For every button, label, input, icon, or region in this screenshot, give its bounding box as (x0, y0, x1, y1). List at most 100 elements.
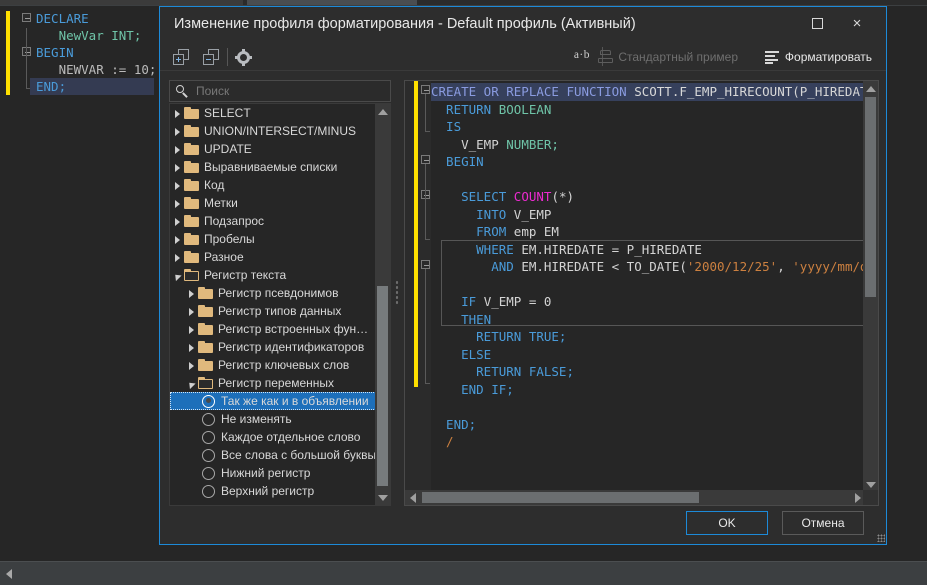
maximize-icon (811, 17, 823, 29)
dialog-title-bar[interactable]: Изменение профиля форматирования - Defau… (160, 7, 886, 43)
tree-item-label: Пробелы (204, 232, 255, 246)
panel-splitter[interactable] (393, 80, 401, 506)
tree-folder-item[interactable]: Метки (170, 194, 376, 212)
fold-marker-icon[interactable] (421, 260, 430, 269)
tree-folder-item[interactable]: Выравниваемые списки (170, 158, 376, 176)
code-token: '2000/12/25' (686, 259, 778, 274)
maximize-button[interactable] (800, 9, 834, 37)
tree-folder-item[interactable]: Подзапрос (170, 212, 376, 230)
chevron-right-icon[interactable] (170, 104, 184, 122)
radio-button[interactable] (202, 466, 215, 480)
chevron-right-icon[interactable] (170, 176, 184, 194)
code-token: TO_DATE (626, 259, 680, 274)
chevron-left-icon[interactable] (6, 569, 12, 579)
scrollbar-thumb[interactable] (422, 492, 699, 503)
tree-vertical-scrollbar[interactable] (375, 104, 390, 505)
code-token: COUNT (513, 189, 552, 204)
tree-folder-item[interactable]: UPDATE (170, 140, 376, 158)
chevron-right-icon[interactable] (170, 194, 184, 212)
settings-tree-panel: SELECT UNION/INTERSECT/MINUS UPDATE Выравни… (169, 80, 391, 506)
standard-sample-button[interactable]: Стандартный пример (598, 47, 738, 67)
tree-folder-item[interactable]: Код (170, 176, 376, 194)
code-horizontal-scrollbar[interactable] (405, 490, 865, 505)
chevron-right-icon[interactable] (170, 248, 184, 266)
cancel-button[interactable]: Отмена (782, 511, 864, 535)
code-token: THEN (431, 311, 492, 327)
ide-tab-inactive[interactable] (0, 0, 243, 5)
tree-folder-item[interactable]: Регистр встроенных фун… (170, 320, 376, 338)
tree-radio-item[interactable]: Не изменять (170, 410, 376, 428)
tree-item-label: Разное (204, 250, 244, 264)
add-profile-button[interactable] (170, 46, 192, 68)
folder-icon (184, 161, 199, 173)
scroll-up-button[interactable] (863, 81, 878, 96)
tree-radio-item[interactable]: Так же как и в объявлении (170, 392, 376, 410)
radio-button[interactable] (202, 484, 215, 498)
settings-tree-scroll-area[interactable]: SELECT UNION/INTERSECT/MINUS UPDATE Выравни… (169, 103, 391, 506)
chevron-right-icon[interactable] (170, 230, 184, 248)
tree-radio-item[interactable]: Нижний регистр (170, 464, 376, 482)
code-token: BEGIN (431, 154, 484, 169)
chevron-right-icon[interactable] (184, 284, 198, 302)
dialog-body: SELECT UNION/INTERSECT/MINUS UPDATE Выравни… (160, 71, 888, 511)
folder-icon (184, 143, 199, 155)
tree-folder-item[interactable]: SELECT (170, 104, 376, 122)
chevron-right-icon[interactable] (184, 356, 198, 374)
ide-tab-active[interactable] (247, 0, 417, 5)
resize-grip-icon[interactable] (877, 534, 885, 542)
tree-radio-item[interactable]: Верхний регистр (170, 482, 376, 500)
chevron-down-icon[interactable] (184, 374, 198, 392)
search-box[interactable] (169, 80, 391, 102)
code-vertical-scrollbar[interactable] (863, 81, 878, 492)
tree-folder-item[interactable]: Регистр типов данных (170, 302, 376, 320)
chevron-right-icon[interactable] (184, 302, 198, 320)
fold-marker-icon[interactable] (421, 85, 430, 94)
copy-remove-icon (203, 49, 219, 65)
tree-radio-item[interactable]: Все слова с большой буквы (170, 446, 376, 464)
tree-folder-item[interactable]: Регистр переменных (170, 374, 376, 392)
search-input[interactable] (189, 83, 390, 99)
folder-icon (184, 251, 199, 263)
bg-line-1: NewVar INT; (36, 28, 142, 43)
scroll-left-button[interactable] (405, 490, 420, 505)
radio-button[interactable] (202, 448, 215, 462)
tree-radio-item[interactable]: Каждое отдельное слово (170, 428, 376, 446)
remove-profile-button[interactable] (200, 46, 222, 68)
tree-item-label: Регистр типов данных (218, 304, 342, 318)
tree-folder-item[interactable]: Разное (170, 248, 376, 266)
radio-button[interactable] (202, 394, 215, 408)
format-button[interactable]: Форматировать (764, 47, 872, 67)
chevron-right-icon[interactable] (184, 338, 198, 356)
code-line: ELSE (431, 346, 878, 364)
tree-folder-item[interactable]: UNION/INTERSECT/MINUS (170, 122, 376, 140)
radio-button[interactable] (202, 412, 215, 426)
scroll-up-button[interactable] (375, 104, 390, 119)
scrollbar-thumb[interactable] (865, 97, 876, 297)
fold-marker-icon[interactable] (421, 155, 430, 164)
settings-button[interactable] (232, 46, 254, 68)
tree-folder-item[interactable]: Регистр идентификаторов (170, 338, 376, 356)
chevron-right-icon[interactable] (170, 212, 184, 230)
tree-folder-item[interactable]: Регистр ключевых слов (170, 356, 376, 374)
chevron-down-icon[interactable] (170, 266, 184, 284)
code-preview-panel[interactable]: CREATE OR REPLACE FUNCTION SCOTT.F_EMP_H… (404, 80, 879, 506)
tree-folder-item[interactable]: Регистр псевдонимов (170, 284, 376, 302)
scrollbar-thumb[interactable] (377, 286, 388, 486)
tree-item-label: Регистр текста (204, 268, 287, 282)
close-icon: × (852, 14, 862, 32)
tree-folder-item[interactable]: Регистр текста (170, 266, 376, 284)
ok-button[interactable]: OK (686, 511, 768, 535)
radio-button[interactable] (202, 430, 215, 444)
chevron-right-icon[interactable] (184, 320, 198, 338)
fold-marker-icon[interactable] (22, 13, 31, 22)
scroll-down-button[interactable] (375, 490, 390, 505)
chevron-right-icon[interactable] (170, 140, 184, 158)
code-preview-text: CREATE OR REPLACE FUNCTION SCOTT.F_EMP_H… (431, 83, 878, 451)
chevron-right-icon[interactable] (170, 122, 184, 140)
folder-icon (198, 323, 213, 335)
tree-folder-item[interactable]: Пробелы (170, 230, 376, 248)
chevron-right-icon[interactable] (170, 158, 184, 176)
folder-icon (184, 125, 199, 137)
close-button[interactable]: × (840, 9, 874, 37)
code-token: ELSE (431, 346, 492, 362)
